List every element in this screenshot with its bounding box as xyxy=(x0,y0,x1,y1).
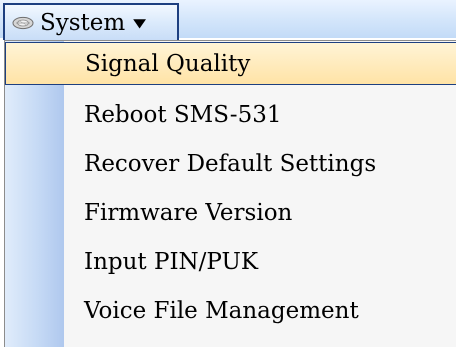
menu-bar: System ▼ xyxy=(0,0,456,40)
menu-item-label: Voice File Management xyxy=(84,297,359,324)
menu-item-label: Firmware Version xyxy=(84,199,293,226)
menu-item-label: Signal Quality xyxy=(85,50,251,77)
menu-item-signal-quality[interactable]: Signal Quality xyxy=(5,42,456,85)
system-menu-button[interactable]: System ▼ xyxy=(3,3,179,40)
system-menu-label: System xyxy=(40,9,126,36)
menu-item-label: Input PIN/PUK xyxy=(84,248,259,275)
system-menu-icon xyxy=(6,12,40,34)
menu-item-recover-default-settings[interactable]: Recover Default Settings xyxy=(5,142,456,185)
menu-item-voice-file-management[interactable]: Voice File Management xyxy=(5,289,456,332)
menu-item-reboot-sms-531[interactable]: Reboot SMS-531 xyxy=(5,93,456,136)
menu-item-firmware-version[interactable]: Firmware Version xyxy=(5,191,456,234)
system-dropdown-menu: Signal Quality Reboot SMS-531 Recover De… xyxy=(4,40,456,347)
menu-item-label: Recover Default Settings xyxy=(84,150,377,177)
dropdown-arrow-icon: ▼ xyxy=(133,15,147,30)
menu-item-label: Reboot SMS-531 xyxy=(84,101,282,128)
menu-item-input-pin-puk[interactable]: Input PIN/PUK xyxy=(5,240,456,283)
